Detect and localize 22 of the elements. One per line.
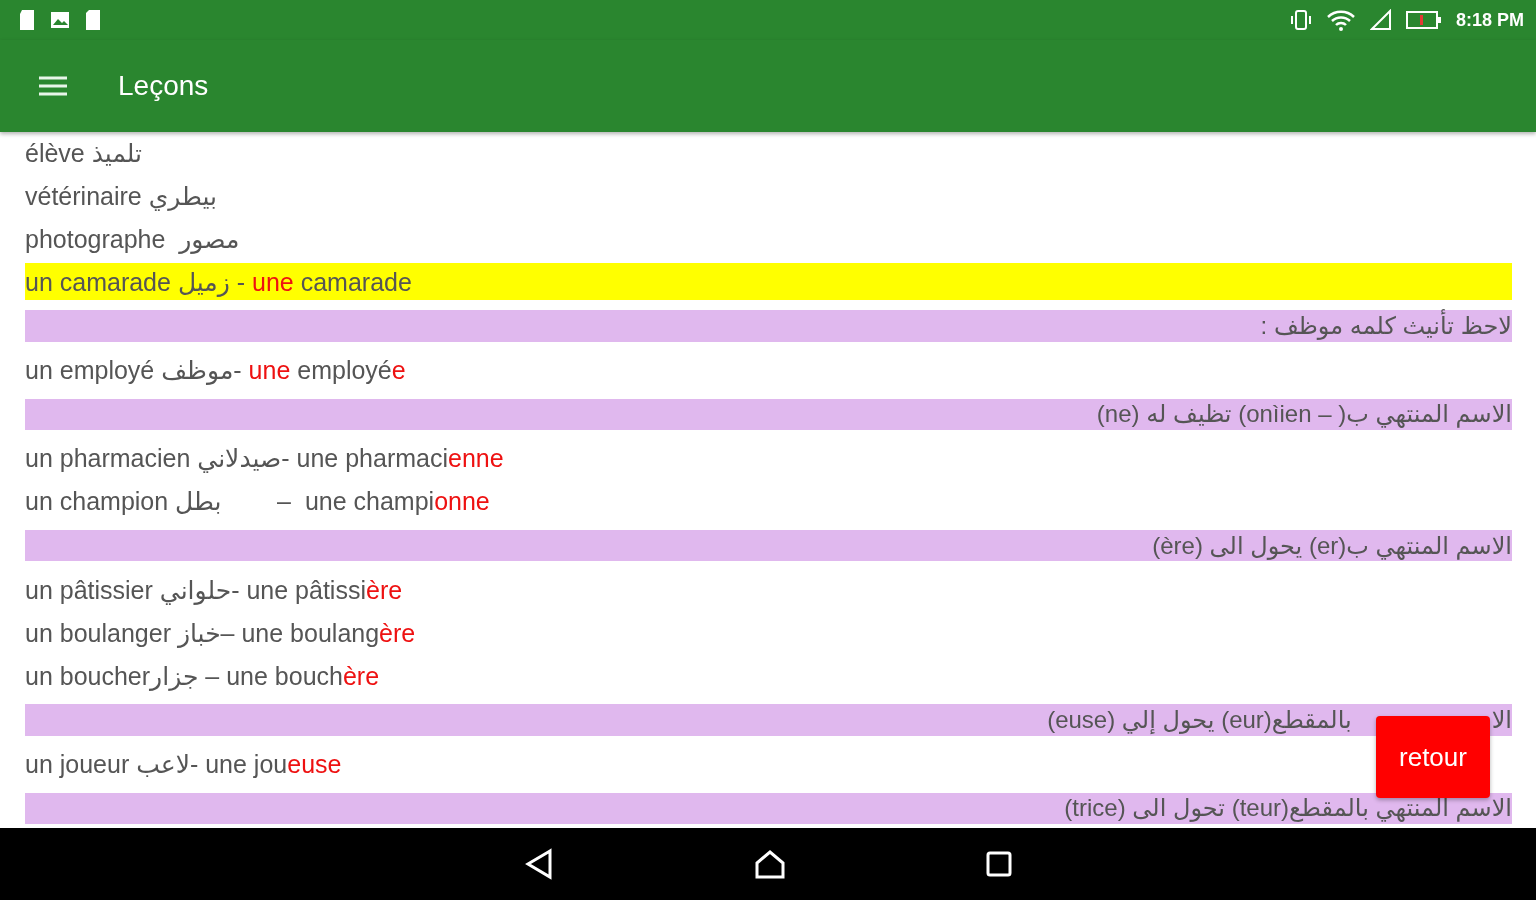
note-text: بالمقطع(eur) يحول إلي (euse) bbox=[1047, 706, 1352, 735]
toolbar-title: Leçons bbox=[118, 70, 209, 102]
menu-icon[interactable] bbox=[38, 75, 68, 97]
signal-icon bbox=[1369, 9, 1392, 31]
wifi-icon bbox=[1325, 8, 1356, 32]
note-text: لاحظ تأنيث كلمه موظف : bbox=[1260, 311, 1512, 340]
image-icon bbox=[50, 11, 70, 29]
note-text: الاسم المنتهي ب(er) يحول الى (ère) bbox=[1152, 531, 1512, 560]
note-text: الاسم المنتهي ب( – onìien) تظيف له (ne) bbox=[1096, 400, 1512, 429]
vibrate-icon bbox=[1289, 9, 1312, 31]
status-time: 8:18 PM bbox=[1455, 9, 1524, 31]
lesson-line: photographe مصور bbox=[25, 223, 240, 256]
sd-card-icon bbox=[84, 9, 102, 31]
lesson-line: élève تلميذ bbox=[25, 137, 143, 169]
sd-card-icon bbox=[18, 9, 36, 31]
retour-button[interactable]: retour bbox=[1376, 716, 1490, 798]
note-text: الا bbox=[1491, 706, 1512, 735]
home-icon[interactable] bbox=[754, 849, 786, 879]
battery-icon bbox=[1405, 10, 1442, 30]
back-icon[interactable] bbox=[524, 848, 554, 880]
lesson-line: vétérinaire بيطري bbox=[25, 180, 218, 213]
recents-icon[interactable] bbox=[986, 851, 1012, 877]
